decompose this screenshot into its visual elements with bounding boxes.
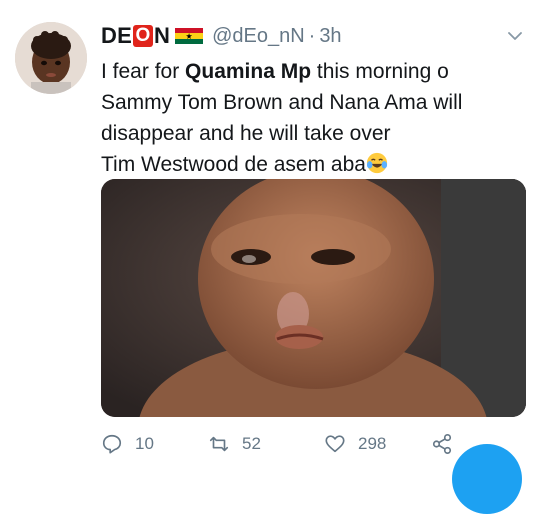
display-name-suffix: N bbox=[153, 23, 171, 48]
share-button[interactable] bbox=[431, 430, 453, 458]
tweet-header: DE O N @dEo_nN · 3h bbox=[101, 22, 342, 50]
mention-bold: Quamina Mp bbox=[185, 60, 312, 83]
compose-button[interactable] bbox=[452, 444, 522, 514]
tweet-text-line: Tim Westwood de asem aba bbox=[101, 149, 521, 180]
tweet-text-line: I fear for Quamina Mp this morning o bbox=[101, 60, 449, 83]
tweet-actions: 10 52 298 bbox=[101, 430, 521, 458]
tweet-text: I fear for Quamina Mp this morning o Sam… bbox=[101, 56, 521, 180]
tweet-photo[interactable] bbox=[101, 179, 526, 417]
timestamp[interactable]: 3h bbox=[319, 25, 341, 48]
heart-icon bbox=[325, 435, 345, 453]
display-name-prefix: DE bbox=[101, 23, 132, 48]
avatar[interactable] bbox=[15, 22, 87, 94]
tweet-text-line: Sammy Tom Brown and Nana Ama will bbox=[101, 91, 463, 114]
crying-baby-image bbox=[101, 179, 526, 417]
like-button[interactable]: 298 bbox=[324, 430, 386, 458]
face-with-tears-of-joy-icon bbox=[366, 152, 388, 174]
retweet-icon bbox=[209, 436, 229, 452]
tweet-text-line: disappear and he will take over bbox=[101, 122, 391, 145]
avatar-image bbox=[15, 22, 87, 94]
reply-button[interactable]: 10 bbox=[101, 430, 154, 458]
separator: · bbox=[308, 24, 316, 47]
share-icon bbox=[432, 434, 452, 454]
ghana-flag-icon bbox=[175, 27, 204, 45]
display-name[interactable]: DE O N bbox=[101, 23, 204, 49]
retweet-count: 52 bbox=[242, 434, 261, 453]
like-count: 298 bbox=[358, 434, 387, 453]
chevron-down-icon[interactable] bbox=[507, 30, 523, 42]
tweet[interactable]: DE O N @dEo_nN · 3h I fear for Quamina Mp … bbox=[0, 0, 540, 514]
retweet-button[interactable]: 52 bbox=[208, 430, 261, 458]
display-name-badge: O bbox=[132, 25, 153, 47]
reply-icon bbox=[102, 434, 122, 454]
handle[interactable]: @dEo_nN bbox=[212, 25, 305, 48]
reply-count: 10 bbox=[135, 434, 154, 453]
